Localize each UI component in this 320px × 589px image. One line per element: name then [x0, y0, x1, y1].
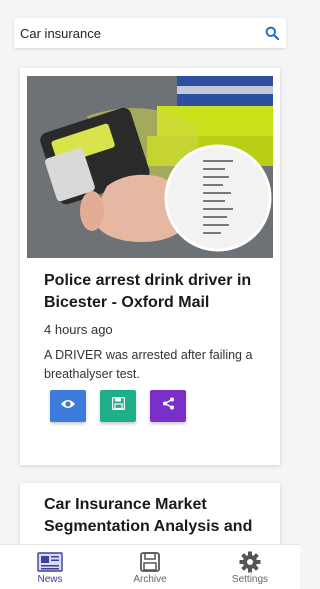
- article-time: 4 hours ago: [44, 322, 113, 337]
- nav-item-archive[interactable]: Archive: [100, 545, 200, 589]
- save-button[interactable]: [100, 390, 136, 422]
- newspaper-icon: [37, 551, 63, 573]
- news-card[interactable]: Police arrest drink driver in Bicester -…: [20, 68, 280, 465]
- article-description: A DRIVER was arrested after failing a br…: [44, 348, 253, 381]
- article-image: [27, 76, 273, 258]
- search-icon[interactable]: [264, 25, 280, 41]
- article-title[interactable]: Car Insurance Market Segmentation Analys…: [44, 494, 264, 538]
- share-icon: [162, 397, 175, 415]
- gear-icon: [237, 551, 263, 573]
- eye-icon: [60, 397, 76, 415]
- nav-label: Settings: [231, 574, 269, 585]
- search-input[interactable]: [20, 25, 264, 41]
- view-button[interactable]: [50, 390, 86, 422]
- share-button[interactable]: [150, 390, 186, 422]
- archive-icon: [137, 551, 163, 573]
- bottom-nav: News Archive Settings: [0, 544, 300, 589]
- nav-label: News: [37, 574, 63, 585]
- floppy-icon: [111, 396, 125, 415]
- article-title[interactable]: Police arrest drink driver in Bicester -…: [44, 270, 264, 314]
- nav-item-settings[interactable]: Settings: [200, 545, 300, 589]
- nav-item-news[interactable]: News: [0, 545, 100, 589]
- nav-label: Archive: [133, 574, 167, 585]
- search-bar: [14, 18, 286, 48]
